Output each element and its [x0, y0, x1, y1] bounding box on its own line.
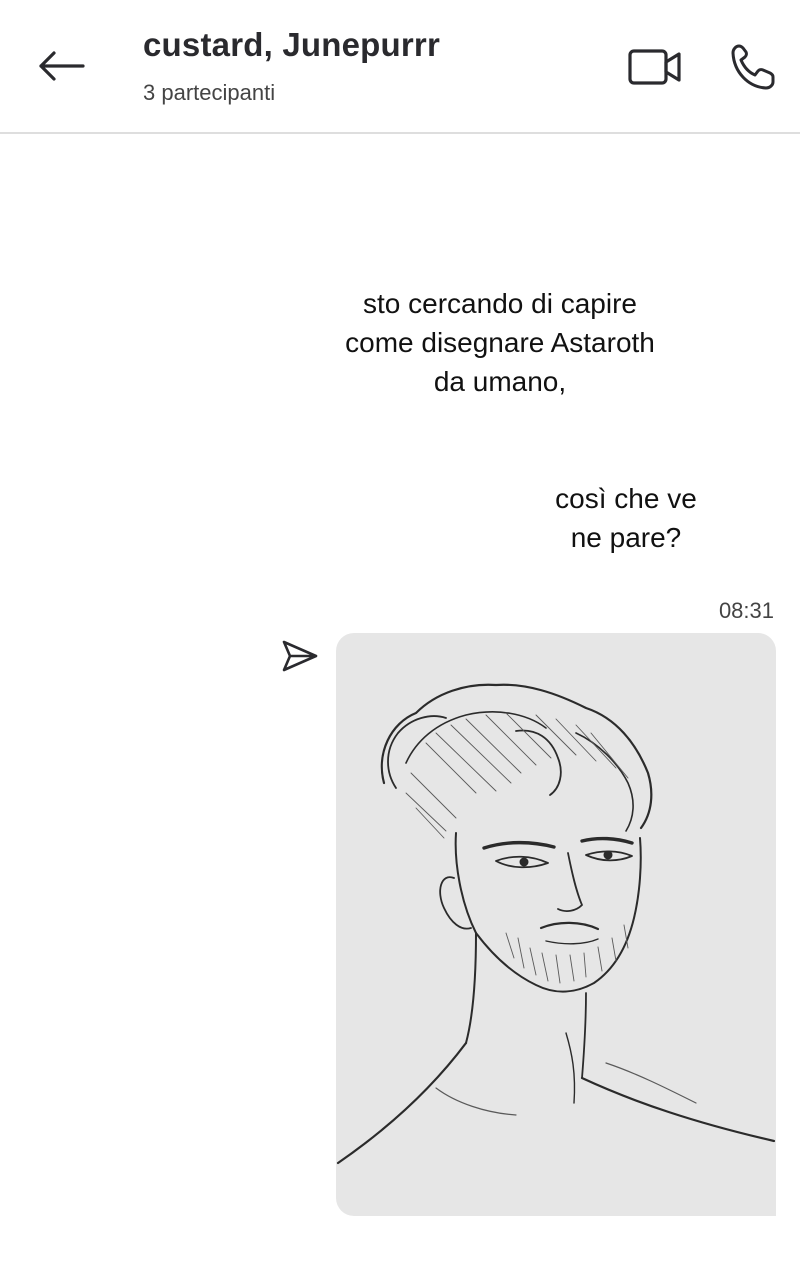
- message-line: sto cercando di capire: [363, 288, 637, 319]
- chat-title[interactable]: custard, Junepurrr: [143, 26, 440, 64]
- message-text: così che ve ne pare?: [520, 479, 732, 557]
- voice-call-button[interactable]: [722, 38, 782, 96]
- back-button[interactable]: [30, 40, 92, 92]
- participants-count[interactable]: 3 partecipanti: [143, 80, 275, 106]
- sketch-image: [336, 683, 776, 1165]
- arrow-left-icon: [39, 51, 85, 81]
- video-call-button[interactable]: [622, 40, 688, 94]
- message-line: ne pare?: [570, 522, 682, 553]
- image-message[interactable]: [336, 633, 776, 1216]
- message-timestamp: 08:31: [718, 598, 774, 623]
- message-line: da umano,: [433, 366, 567, 397]
- phone-icon: [731, 44, 775, 90]
- message-text: sto cercando di capire come disegnare As…: [300, 284, 700, 401]
- sent-paper-plane-icon: [282, 640, 318, 672]
- message-line: così che ve: [555, 483, 697, 514]
- chat-header: custard, Junepurrr 3 partecipanti: [0, 0, 800, 134]
- video-camera-icon: [628, 49, 681, 85]
- message-line: come disegnare Astaroth: [345, 327, 655, 358]
